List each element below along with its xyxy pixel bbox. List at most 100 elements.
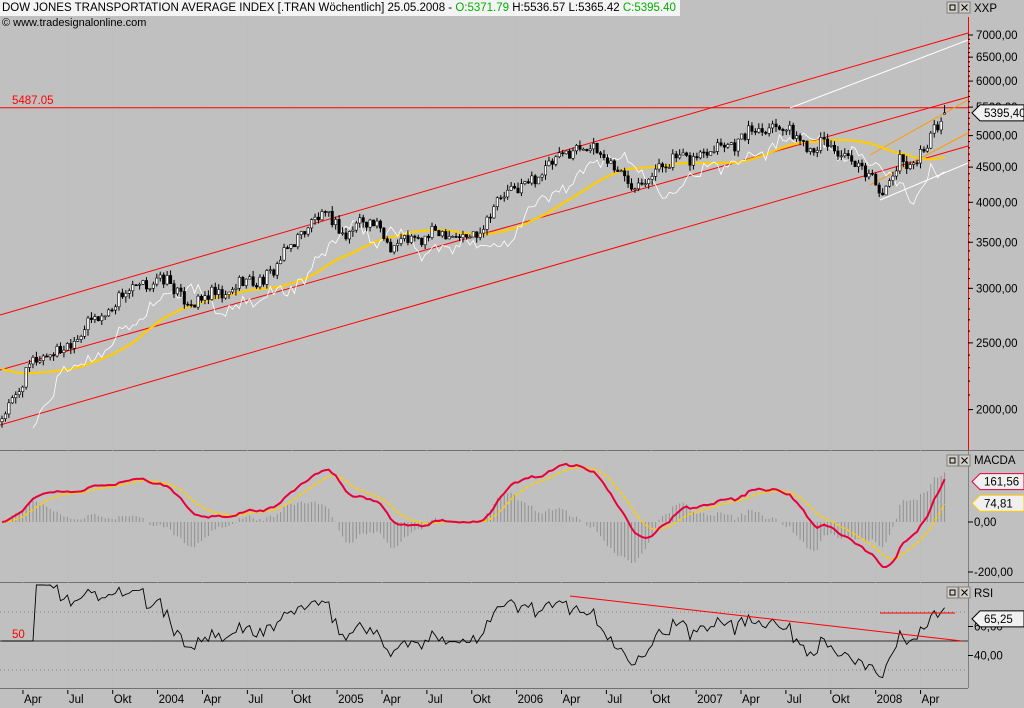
candle bbox=[815, 150, 819, 153]
candle bbox=[716, 142, 720, 152]
copyright: © www.tradesignalonline.com bbox=[2, 17, 147, 29]
candle bbox=[406, 235, 410, 243]
candle bbox=[196, 295, 200, 308]
candle bbox=[757, 128, 761, 133]
candle bbox=[127, 290, 131, 294]
candle bbox=[17, 391, 21, 396]
candle bbox=[475, 231, 479, 238]
candle bbox=[103, 315, 107, 318]
candle bbox=[788, 124, 792, 131]
candle bbox=[413, 235, 417, 238]
candle bbox=[846, 153, 850, 157]
candle bbox=[922, 149, 926, 152]
candle bbox=[224, 294, 228, 299]
candle bbox=[533, 175, 537, 185]
candle bbox=[454, 236, 458, 238]
candle bbox=[513, 186, 517, 189]
candle bbox=[100, 315, 104, 322]
candle bbox=[581, 148, 585, 151]
candle bbox=[777, 126, 781, 130]
candle bbox=[375, 220, 379, 227]
candle bbox=[746, 125, 750, 140]
candle bbox=[678, 154, 682, 159]
candle bbox=[544, 165, 548, 176]
candle bbox=[306, 227, 310, 235]
candle bbox=[664, 166, 668, 169]
x-axis-label: Apr bbox=[383, 694, 401, 706]
candle bbox=[203, 295, 207, 301]
x-axis-label: Apr bbox=[203, 694, 221, 706]
candle bbox=[867, 173, 871, 178]
candle bbox=[227, 291, 231, 295]
candle bbox=[743, 133, 747, 140]
candle bbox=[568, 150, 572, 159]
maximize-icon[interactable] bbox=[946, 1, 959, 14]
candle bbox=[492, 206, 496, 219]
candle bbox=[691, 156, 695, 166]
candle bbox=[289, 244, 293, 249]
candle bbox=[299, 231, 303, 235]
x-axis-label: Okt bbox=[293, 694, 312, 706]
candle bbox=[681, 152, 685, 156]
candle bbox=[894, 170, 898, 177]
candle bbox=[898, 154, 902, 172]
candle bbox=[523, 181, 527, 184]
candle bbox=[619, 170, 623, 173]
x-axis-label: 2007 bbox=[697, 694, 723, 706]
candle bbox=[609, 160, 613, 164]
candle bbox=[488, 216, 492, 219]
candle bbox=[69, 343, 73, 349]
candle bbox=[795, 135, 799, 139]
chart-area[interactable]: Apr Jul Okt 2004 Apr Jul Okt 2005 Apr Jul Okt 2006 A… bbox=[0, 0, 1024, 708]
candle bbox=[320, 211, 324, 221]
candle bbox=[495, 197, 499, 207]
candle bbox=[870, 173, 874, 175]
candle bbox=[107, 309, 111, 317]
maximize-icon[interactable] bbox=[946, 454, 959, 467]
candle bbox=[561, 152, 565, 155]
candle bbox=[647, 178, 651, 184]
candle bbox=[62, 349, 66, 353]
candle bbox=[526, 181, 530, 184]
x-axis-label: Jul bbox=[248, 694, 263, 706]
candle bbox=[908, 164, 912, 169]
maximize-icon[interactable] bbox=[946, 586, 959, 599]
candle bbox=[292, 244, 296, 248]
candle bbox=[268, 269, 272, 272]
macd-axis-label: -200,00 bbox=[974, 567, 1013, 579]
candle bbox=[502, 196, 506, 199]
x-axis-label: Okt bbox=[114, 694, 133, 706]
candle bbox=[316, 216, 320, 221]
candle bbox=[334, 219, 338, 226]
candle bbox=[468, 236, 472, 239]
candle bbox=[189, 304, 193, 306]
candle bbox=[740, 133, 744, 140]
candle bbox=[248, 276, 252, 280]
candle bbox=[186, 303, 190, 306]
candle bbox=[41, 355, 45, 361]
candle bbox=[65, 343, 69, 351]
candle bbox=[760, 128, 764, 133]
candle bbox=[860, 162, 864, 167]
x-axis-label: Apr bbox=[563, 694, 581, 706]
x-axis-label: Jul bbox=[787, 694, 802, 706]
candle bbox=[234, 287, 238, 290]
candle bbox=[709, 151, 713, 156]
candle bbox=[368, 219, 372, 228]
candle bbox=[478, 232, 482, 238]
candle bbox=[853, 160, 857, 168]
candle bbox=[200, 295, 204, 301]
x-axis-label: Okt bbox=[473, 694, 492, 706]
candle bbox=[151, 283, 155, 289]
candle bbox=[784, 129, 788, 132]
candle bbox=[382, 227, 386, 240]
candle bbox=[537, 176, 541, 185]
candle bbox=[437, 230, 441, 237]
candle bbox=[282, 247, 286, 261]
candle bbox=[402, 235, 406, 239]
macd-tag: 161,56 bbox=[984, 477, 1019, 489]
candle bbox=[819, 137, 823, 151]
candle bbox=[643, 183, 647, 185]
candle bbox=[602, 154, 606, 159]
candle bbox=[182, 291, 186, 305]
